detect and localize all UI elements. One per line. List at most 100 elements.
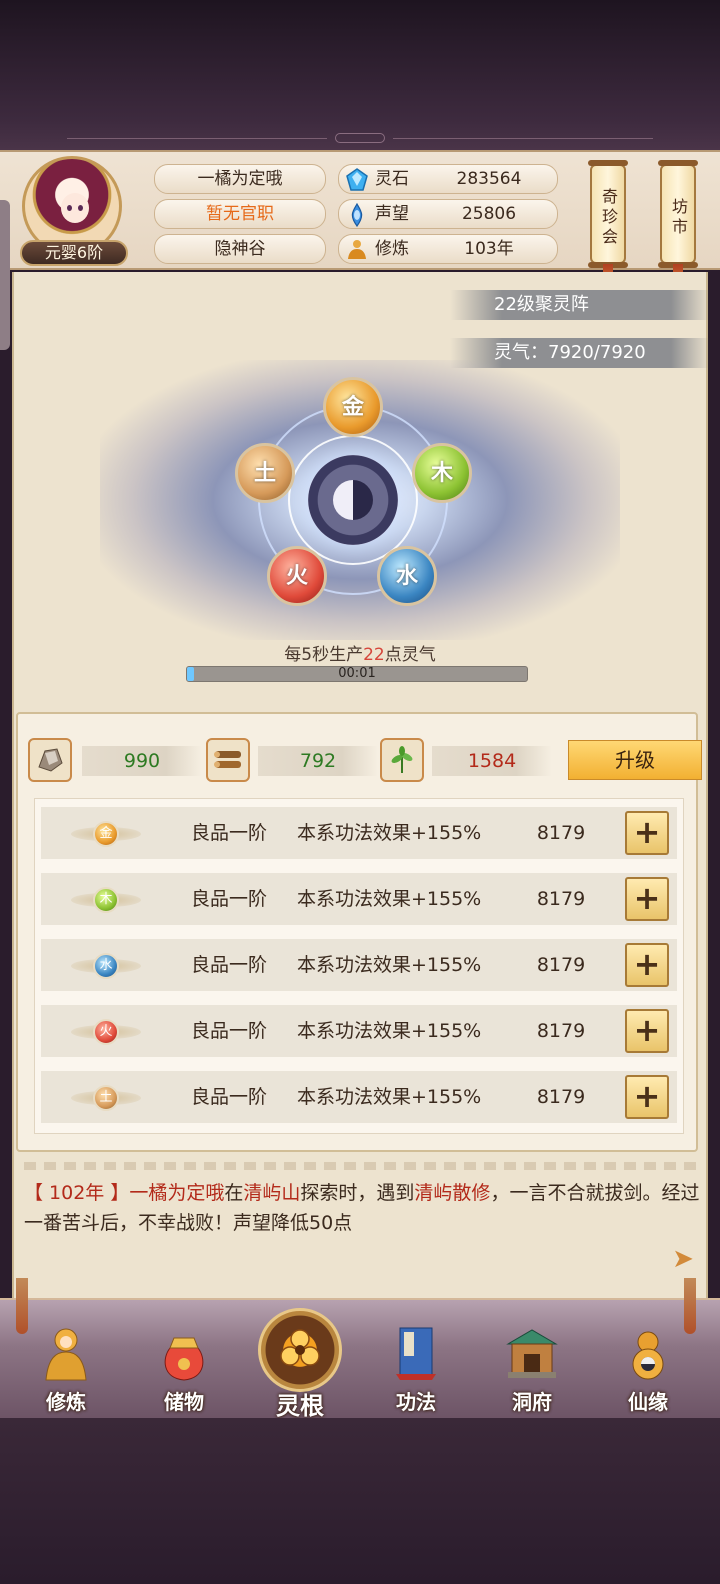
nav-cultivate-label: 修炼	[46, 1390, 86, 1414]
log-place: 清屿山	[243, 1182, 301, 1204]
wood-mini-orb: 木	[93, 887, 119, 913]
gourd-icon	[620, 1324, 676, 1384]
element-rows-list: 金 良品一阶 本系功法效果+155% 8179 + 木 良品一阶 本系功法效果+…	[34, 798, 684, 1134]
wood-element-orb[interactable]: 木	[412, 443, 472, 503]
next-arrow-icon[interactable]: ➤	[668, 1244, 698, 1274]
log-year: 【 102年 】	[24, 1182, 130, 1204]
spirit-root-icon	[258, 1308, 342, 1392]
herb-amount: 1584	[432, 746, 552, 776]
row-grade: 良品一阶	[191, 822, 268, 844]
production-suffix: 点灵气	[384, 645, 436, 665]
wood-upgrade-plus-button[interactable]: +	[625, 877, 669, 921]
bottom-dark-band	[0, 1418, 720, 1584]
nav-cave-house-label: 洞府	[512, 1390, 552, 1414]
avatar-eye-left	[67, 205, 72, 211]
row-grade: 良品一阶	[191, 954, 268, 976]
upgrade-panel: 990 792 1584 升级 金 良品一阶 本系功法效果+155% 8179 …	[16, 712, 702, 1152]
fire-element-orb[interactable]: 火	[267, 546, 327, 606]
bag-icon	[156, 1324, 212, 1384]
water-upgrade-plus-button[interactable]: +	[625, 943, 669, 987]
player-header: 元婴6阶 一橘为定哦 暂无官职 隐神谷 灵石 283564 声望 25806 修…	[0, 150, 720, 292]
production-prefix: 每5秒生产	[284, 645, 364, 665]
nav-techniques[interactable]: 功法	[366, 1316, 466, 1416]
gold-mini-orb: 金	[93, 821, 119, 847]
nav-spirit-root[interactable]: 灵根	[250, 1308, 350, 1420]
gold-element-orb[interactable]: 金	[323, 377, 383, 437]
element-row-wood: 木 良品一阶 本系功法效果+155% 8179 +	[41, 873, 677, 925]
reputation-icon	[351, 203, 363, 227]
event-log: 【 102年 】一橘为定哦在清屿山探索时，遇到清屿散修，一言不合就拔剑。经过一番…	[24, 1178, 704, 1238]
row-grade: 良品一阶	[191, 1086, 268, 1108]
production-rate: 每5秒生产22点灵气	[0, 640, 720, 665]
nav-cultivate[interactable]: 修炼	[16, 1316, 116, 1416]
ore-amount: 990	[82, 746, 202, 776]
reputation-value: 25806	[461, 204, 517, 224]
nav-spirit-root-label: 灵根	[276, 1392, 324, 1420]
array-level-label: 22级聚灵阵	[450, 290, 710, 320]
cultivation-value: 103年	[464, 239, 514, 259]
meditation-icon	[348, 240, 366, 259]
row-cost: 8179	[536, 954, 586, 976]
nav-techniques-label: 功法	[396, 1390, 436, 1414]
ore-icon[interactable]	[28, 738, 72, 782]
book-icon	[388, 1324, 444, 1384]
nav-tassel-right	[684, 1278, 696, 1334]
side-drawer-handle[interactable]	[0, 200, 10, 350]
yin-yang-icon[interactable]	[308, 455, 398, 545]
row-grade: 良品一阶	[191, 1020, 268, 1042]
reputation-pill: 声望 25806	[338, 199, 558, 229]
element-row-earth: 土 良品一阶 本系功法效果+155% 8179 +	[41, 1071, 677, 1123]
log-text-1: 在	[224, 1182, 244, 1204]
nav-cave-house[interactable]: 洞府	[482, 1316, 582, 1416]
spirit-stone-value: 283564	[456, 169, 522, 189]
herb-icon[interactable]	[380, 738, 424, 782]
row-effect: 本系功法效果+155%	[297, 954, 482, 976]
row-cost: 8179	[536, 1086, 586, 1108]
row-grade: 良品一阶	[191, 888, 268, 910]
market-scroll[interactable]: 坊市	[658, 160, 698, 268]
spirit-stone-icon	[346, 168, 368, 191]
nav-immortal-fate-label: 仙缘	[628, 1390, 668, 1414]
log-actor: 一橘为定哦	[129, 1182, 225, 1204]
treasure-shop-scroll[interactable]: 奇珍会	[588, 160, 628, 268]
element-row-gold: 金 良品一阶 本系功法效果+155% 8179 +	[41, 807, 677, 859]
avatar-face	[61, 193, 89, 223]
upgrade-button[interactable]: 升级	[568, 740, 702, 780]
meditate-icon	[38, 1324, 94, 1384]
row-effect: 本系功法效果+155%	[297, 822, 482, 844]
earth-element-orb[interactable]: 土	[235, 443, 295, 503]
ornamental-divider	[24, 1162, 696, 1170]
water-mini-orb: 水	[93, 953, 119, 979]
cultivation-label: 修炼	[375, 239, 409, 259]
nav-immortal-fate[interactable]: 仙缘	[598, 1316, 698, 1416]
row-cost: 8179	[536, 1020, 586, 1042]
log-enemy: 清屿散修	[414, 1182, 491, 1204]
gold-upgrade-plus-button[interactable]: +	[625, 811, 669, 855]
production-timer: 00:01	[338, 666, 376, 681]
fire-mini-orb: 火	[93, 1019, 119, 1045]
fire-upgrade-plus-button[interactable]: +	[625, 1009, 669, 1053]
log-text-2: 探索时，遇到	[300, 1182, 415, 1204]
wood-amount: 792	[258, 746, 378, 776]
player-name: 一橘为定哦	[154, 164, 326, 194]
cave-house-icon	[504, 1324, 560, 1384]
earth-mini-orb: 土	[93, 1085, 119, 1111]
spirit-stone-pill: 灵石 283564	[338, 164, 558, 194]
row-cost: 8179	[536, 888, 586, 910]
nav-storage[interactable]: 储物	[134, 1316, 234, 1416]
row-effect: 本系功法效果+155%	[297, 1086, 482, 1108]
row-effect: 本系功法效果+155%	[297, 888, 482, 910]
row-cost: 8179	[536, 822, 586, 844]
nav-tassel-left	[16, 1278, 28, 1334]
water-element-orb[interactable]: 水	[377, 546, 437, 606]
spirit-stone-label: 灵石	[375, 169, 409, 189]
rank-badge: 元婴6阶	[20, 240, 128, 266]
top-ornament	[0, 128, 720, 148]
earth-upgrade-plus-button[interactable]: +	[625, 1075, 669, 1119]
wood-log-icon[interactable]	[206, 738, 250, 782]
row-effect: 本系功法效果+155%	[297, 1020, 482, 1042]
cultivation-pill: 修炼 103年	[338, 234, 558, 264]
official-title[interactable]: 暂无官职	[154, 199, 326, 229]
materials-row: 990 792 1584 升级	[28, 738, 702, 782]
production-amount: 22	[363, 645, 385, 665]
